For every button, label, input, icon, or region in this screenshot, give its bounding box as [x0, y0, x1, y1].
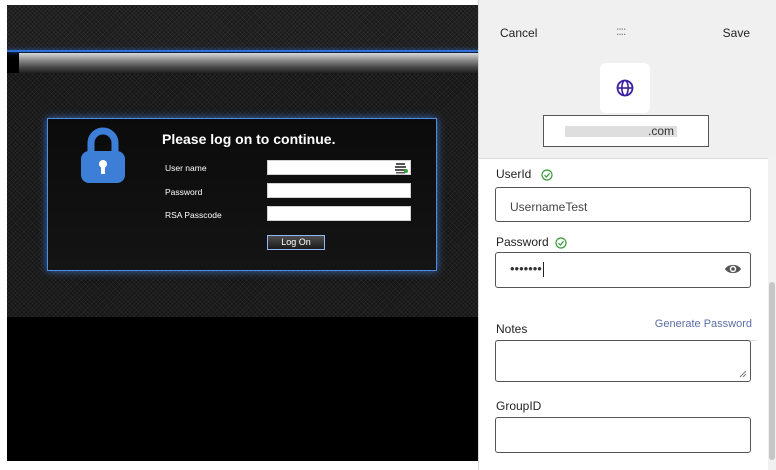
- generate-password-link[interactable]: Generate Password: [655, 318, 752, 330]
- scrollbar-thumb[interactable]: [769, 282, 775, 460]
- notes-label: Notes: [496, 322, 528, 336]
- save-button[interactable]: Save: [723, 26, 750, 40]
- header-banner: [7, 5, 478, 50]
- cancel-button[interactable]: Cancel: [500, 26, 537, 40]
- userid-label-row: UserId: [496, 167, 553, 181]
- logon-panel: Please log on to continue. User name Pas…: [47, 118, 437, 271]
- notes-textarea[interactable]: [495, 340, 751, 382]
- userid-value: UsernameTest: [510, 200, 588, 214]
- log-on-button[interactable]: Log On: [267, 235, 325, 250]
- metal-bar: [19, 53, 478, 73]
- password-field[interactable]: •••••••: [495, 252, 751, 288]
- username-label: User name: [165, 163, 207, 173]
- logon-title: Please log on to continue.: [162, 131, 336, 147]
- remote-login-page: Please log on to continue. User name Pas…: [7, 5, 478, 461]
- resize-handle-icon[interactable]: [739, 370, 747, 378]
- domain-suffix: .com: [648, 124, 675, 138]
- password-label-row: Password: [496, 235, 567, 249]
- groupid-input[interactable]: [495, 417, 751, 453]
- drag-handle-icon[interactable]: ::::: [616, 24, 626, 38]
- password-manager-panel: Cancel :::: Save .com UserId UsernameTes…: [478, 0, 776, 470]
- lock-icon: [81, 127, 125, 183]
- globe-icon: [616, 79, 634, 97]
- password-input[interactable]: [267, 183, 411, 198]
- password-field-label: Password: [496, 235, 549, 249]
- rsa-passcode-input[interactable]: [267, 206, 411, 221]
- eye-icon[interactable]: [724, 262, 742, 276]
- groupid-label: GroupID: [496, 399, 542, 413]
- check-circle-icon: [541, 169, 553, 181]
- panel-header: Cancel :::: Save .com: [479, 0, 776, 159]
- check-circle-icon: [555, 237, 567, 249]
- site-icon-tile: [600, 63, 650, 113]
- header-divider: [7, 50, 478, 52]
- password-masked-value: •••••••: [510, 261, 544, 278]
- password-label: Password: [165, 187, 203, 197]
- domain-field[interactable]: .com: [543, 115, 709, 147]
- username-input[interactable]: [267, 160, 411, 175]
- password-manager-icon[interactable]: [394, 162, 408, 174]
- userid-input[interactable]: UsernameTest: [495, 187, 751, 222]
- rsa-passcode-label: RSA Passcode: [165, 210, 222, 220]
- userid-label: UserId: [496, 167, 532, 181]
